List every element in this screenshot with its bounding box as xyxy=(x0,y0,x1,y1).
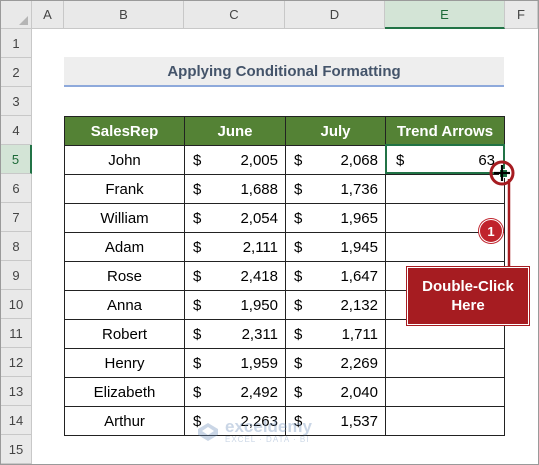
watermark-tagline: EXCEL · DATA · BI xyxy=(225,435,310,444)
crosshair-cursor-icon xyxy=(494,165,510,181)
annotation-layer xyxy=(489,160,515,267)
watermark-text: exceldemy EXCEL · DATA · BI xyxy=(225,417,312,444)
watermark: exceldemy EXCEL · DATA · BI xyxy=(197,417,312,444)
step-number-badge: 1 xyxy=(479,219,503,243)
exceldemy-logo-icon xyxy=(198,422,218,441)
spreadsheet: A B C D E F 1 2 3 4 5 6 7 8 9 10 11 12 1… xyxy=(0,0,539,465)
instruction-callout: Double-Click Here xyxy=(407,267,529,325)
watermark-name: exceldemy xyxy=(225,417,312,436)
